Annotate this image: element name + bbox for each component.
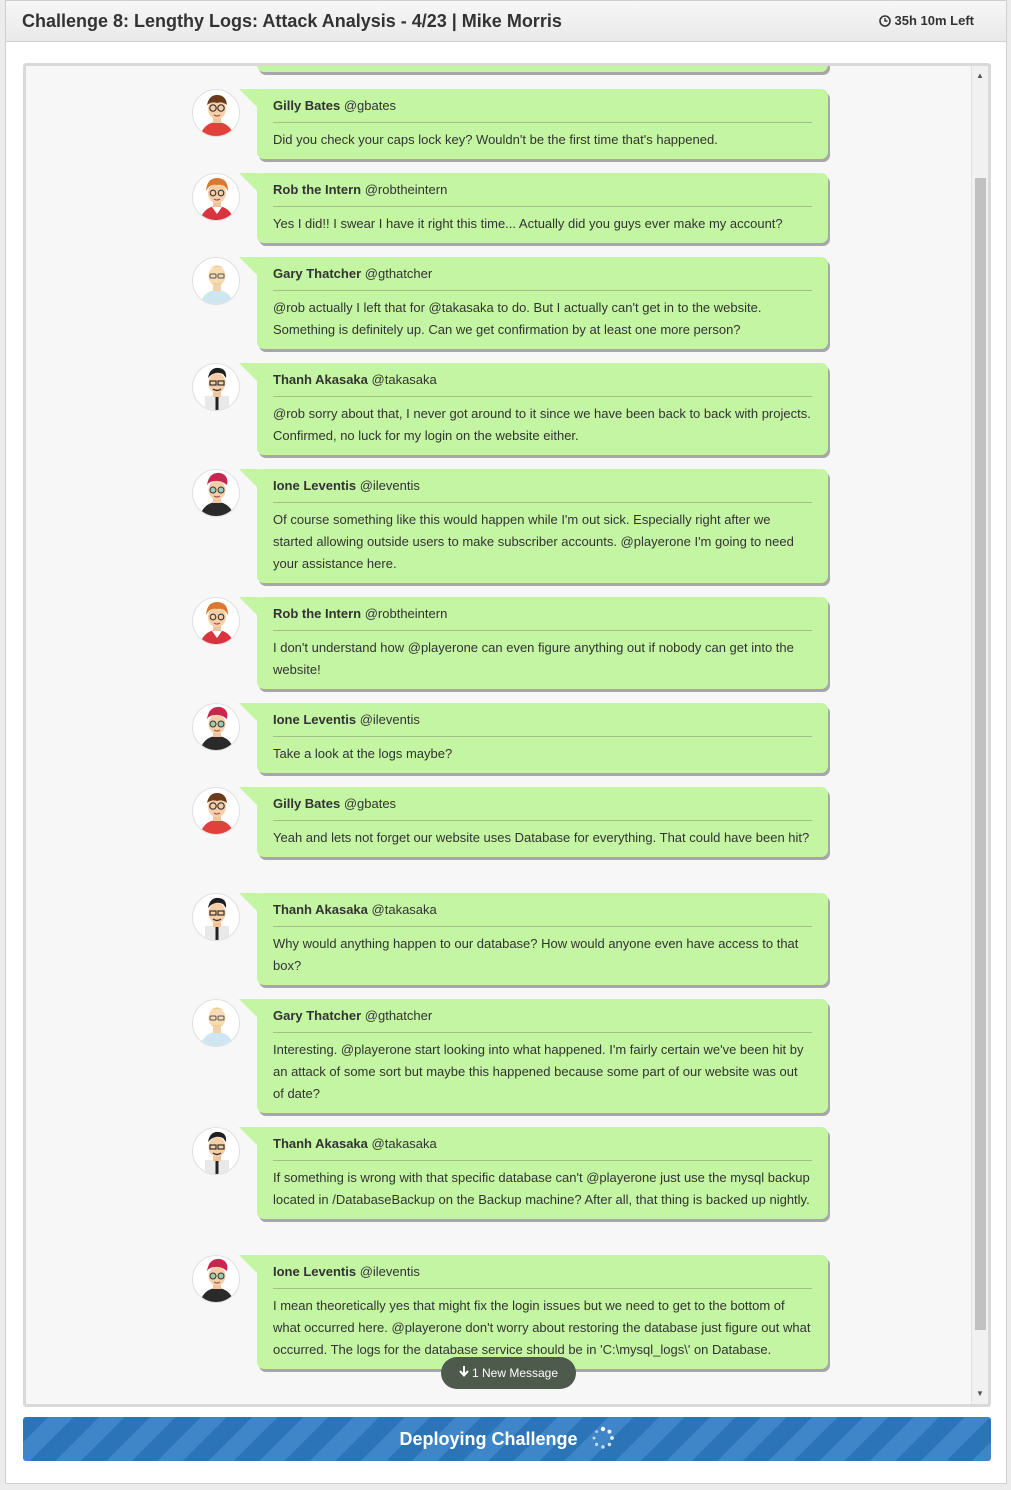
scrollbar-thumb[interactable]	[975, 178, 986, 1330]
message-bubble: Thanh Akasaka @takasaka If something is …	[239, 1127, 828, 1219]
user-name: Ione Leventis	[273, 712, 357, 727]
message-bubble: Gilly Bates @gbates Did you check your c…	[239, 89, 828, 159]
new-message-button[interactable]: 1 New Message	[441, 1357, 576, 1389]
user-name: Gilly Bates	[273, 796, 341, 811]
message-header: Rob the Intern @robtheintern	[273, 173, 812, 207]
avatar	[192, 1127, 240, 1175]
message-bubble: Ione Leventis @ileventis Take a look at …	[239, 703, 828, 773]
message-text: Of course something like this would happ…	[273, 512, 794, 571]
user-handle: @ileventis	[359, 478, 420, 493]
new-message-label: 1 New Message	[471, 1366, 559, 1380]
chat-panel[interactable]: Gilly Bates @gbates Did you check your c…	[23, 63, 991, 1407]
message-text: If something is wrong with that specific…	[273, 1170, 810, 1207]
message-text: Take a look at the logs maybe?	[273, 746, 453, 761]
time-left-text: 35h 10m Left	[894, 13, 974, 28]
user-handle: @gbates	[343, 98, 397, 113]
user-name: Gilly Bates	[273, 98, 341, 113]
scroll-down-arrow-icon[interactable]: ▼	[972, 1386, 988, 1402]
user-name: Rob the Intern	[273, 606, 362, 621]
scrollbar[interactable]: ▲ ▼	[971, 66, 988, 1404]
message-header: Ione Leventis @ileventis	[273, 703, 812, 737]
message-text: @rob sorry about that, I never got aroun…	[273, 406, 811, 443]
message-text: Did you check your caps lock key? Wouldn…	[273, 132, 718, 147]
user-name: Ione Leventis	[273, 478, 357, 493]
user-name: Gary Thatcher	[273, 1008, 362, 1023]
message-bubble: Gilly Bates @gbates Yeah and lets not fo…	[239, 787, 828, 857]
user-handle: @ileventis	[359, 712, 420, 727]
spinner-icon	[592, 1427, 614, 1449]
user-handle: @takasaka	[371, 372, 437, 387]
message-text: @rob actually I left that for @takasaka …	[273, 300, 762, 337]
message-text: Yeah and lets not forget our website use…	[273, 830, 810, 845]
message-bubble: Thanh Akasaka @takasaka Why would anythi…	[239, 893, 828, 985]
user-handle: @robtheintern	[364, 606, 448, 621]
deploy-status-bar: Deploying Challenge	[23, 1417, 991, 1461]
message-text: I don't understand how @playerone can ev…	[273, 640, 794, 677]
user-name: Thanh Akasaka	[273, 902, 368, 917]
avatar	[192, 787, 240, 835]
previous-message-bubble	[257, 66, 828, 72]
message-header: Thanh Akasaka @takasaka	[273, 893, 812, 927]
message-bubble: Ione Leventis @ileventis I mean theoreti…	[239, 1255, 828, 1369]
user-name: Rob the Intern	[273, 182, 362, 197]
message-header: Ione Leventis @ileventis	[273, 1255, 812, 1289]
avatar	[192, 893, 240, 941]
message-header: Gary Thatcher @gthatcher	[273, 999, 812, 1033]
message-header: Thanh Akasaka @takasaka	[273, 1127, 812, 1161]
message-header: Ione Leventis @ileventis	[273, 469, 812, 503]
avatar	[192, 469, 240, 517]
message-bubble: Rob the Intern @robtheintern I don't und…	[239, 597, 828, 689]
user-handle: @takasaka	[371, 902, 437, 917]
user-name: Ione Leventis	[273, 1264, 357, 1279]
avatar	[192, 597, 240, 645]
avatar	[192, 1255, 240, 1303]
user-name: Gary Thatcher	[273, 266, 362, 281]
message-header: Gilly Bates @gbates	[273, 89, 812, 123]
user-handle: @gbates	[343, 796, 397, 811]
message-header: Gary Thatcher @gthatcher	[273, 257, 812, 291]
avatar	[192, 173, 240, 221]
user-handle: @ileventis	[359, 1264, 420, 1279]
page-title: Challenge 8: Lengthy Logs: Attack Analys…	[22, 11, 562, 31]
avatar	[192, 363, 240, 411]
arrow-down-icon	[459, 1366, 469, 1377]
message-list[interactable]: Gilly Bates @gbates Did you check your c…	[26, 66, 970, 1404]
user-handle: @gthatcher	[364, 266, 433, 281]
deploy-label: Deploying Challenge	[399, 1429, 578, 1449]
message-text: Interesting. @playerone start looking in…	[273, 1042, 804, 1101]
avatar	[192, 257, 240, 305]
message-bubble: Rob the Intern @robtheintern Yes I did!!…	[239, 173, 828, 243]
user-name: Thanh Akasaka	[273, 372, 368, 387]
user-handle: @takasaka	[371, 1136, 437, 1151]
message-bubble: Gary Thatcher @gthatcher Interesting. @p…	[239, 999, 828, 1113]
avatar	[192, 703, 240, 751]
message-text: Why would anything happen to our databas…	[273, 936, 799, 973]
message-header: Rob the Intern @robtheintern	[273, 597, 812, 631]
user-handle: @gthatcher	[364, 1008, 433, 1023]
avatar	[192, 999, 240, 1047]
challenge-window: Challenge 8: Lengthy Logs: Attack Analys…	[5, 0, 1007, 1484]
user-handle: @robtheintern	[364, 182, 448, 197]
message-header: Gilly Bates @gbates	[273, 787, 812, 821]
scroll-up-arrow-icon[interactable]: ▲	[972, 68, 988, 84]
message-bubble: Thanh Akasaka @takasaka @rob sorry about…	[239, 363, 828, 455]
avatar	[192, 89, 240, 137]
time-remaining: 35h 10m Left	[878, 13, 974, 28]
message-bubble: Gary Thatcher @gthatcher @rob actually I…	[239, 257, 828, 349]
clock-icon	[878, 14, 891, 27]
user-name: Thanh Akasaka	[273, 1136, 368, 1151]
message-bubble: Ione Leventis @ileventis Of course somet…	[239, 469, 828, 583]
message-header: Thanh Akasaka @takasaka	[273, 363, 812, 397]
message-text: Yes I did!! I swear I have it right this…	[273, 216, 783, 231]
title-bar: Challenge 8: Lengthy Logs: Attack Analys…	[6, 1, 1006, 42]
